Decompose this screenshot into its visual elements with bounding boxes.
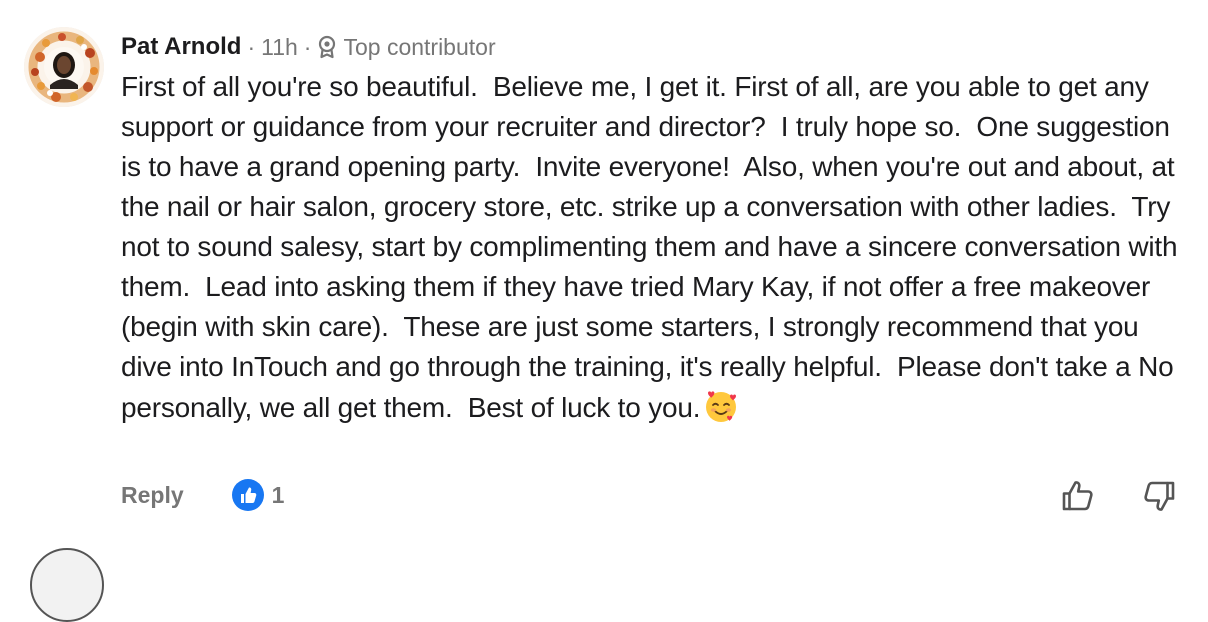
comment-body: First of all you're so beautiful. Believ… bbox=[121, 67, 1191, 428]
comment-text: First of all you're so beautiful. Believ… bbox=[121, 71, 1185, 423]
award-icon bbox=[317, 35, 337, 59]
next-comment-avatar[interactable] bbox=[30, 548, 104, 622]
smiling-face-with-hearts-icon bbox=[702, 387, 740, 425]
timestamp[interactable]: 11h bbox=[261, 34, 298, 61]
reactions-summary[interactable]: 1 bbox=[231, 479, 285, 511]
avatar-image bbox=[24, 27, 104, 107]
comment: Pat Arnold · 11h · Top contributor First… bbox=[0, 0, 1208, 622]
reply-button[interactable]: Reply bbox=[121, 482, 184, 509]
author-avatar[interactable] bbox=[24, 27, 104, 107]
thumbs-up-outline-icon[interactable] bbox=[1060, 478, 1096, 514]
top-contributor-badge: Top contributor bbox=[343, 33, 496, 60]
separator: · bbox=[247, 33, 256, 60]
like-icon bbox=[231, 479, 264, 511]
author-name[interactable]: Pat Arnold bbox=[121, 33, 241, 61]
thumbs-down-outline-icon[interactable] bbox=[1141, 478, 1177, 514]
reaction-count: 1 bbox=[271, 481, 285, 508]
comment-actions: Reply 1 bbox=[121, 476, 284, 514]
separator: · bbox=[303, 33, 312, 60]
comment-header: Pat Arnold · 11h · Top contributor bbox=[121, 30, 496, 64]
